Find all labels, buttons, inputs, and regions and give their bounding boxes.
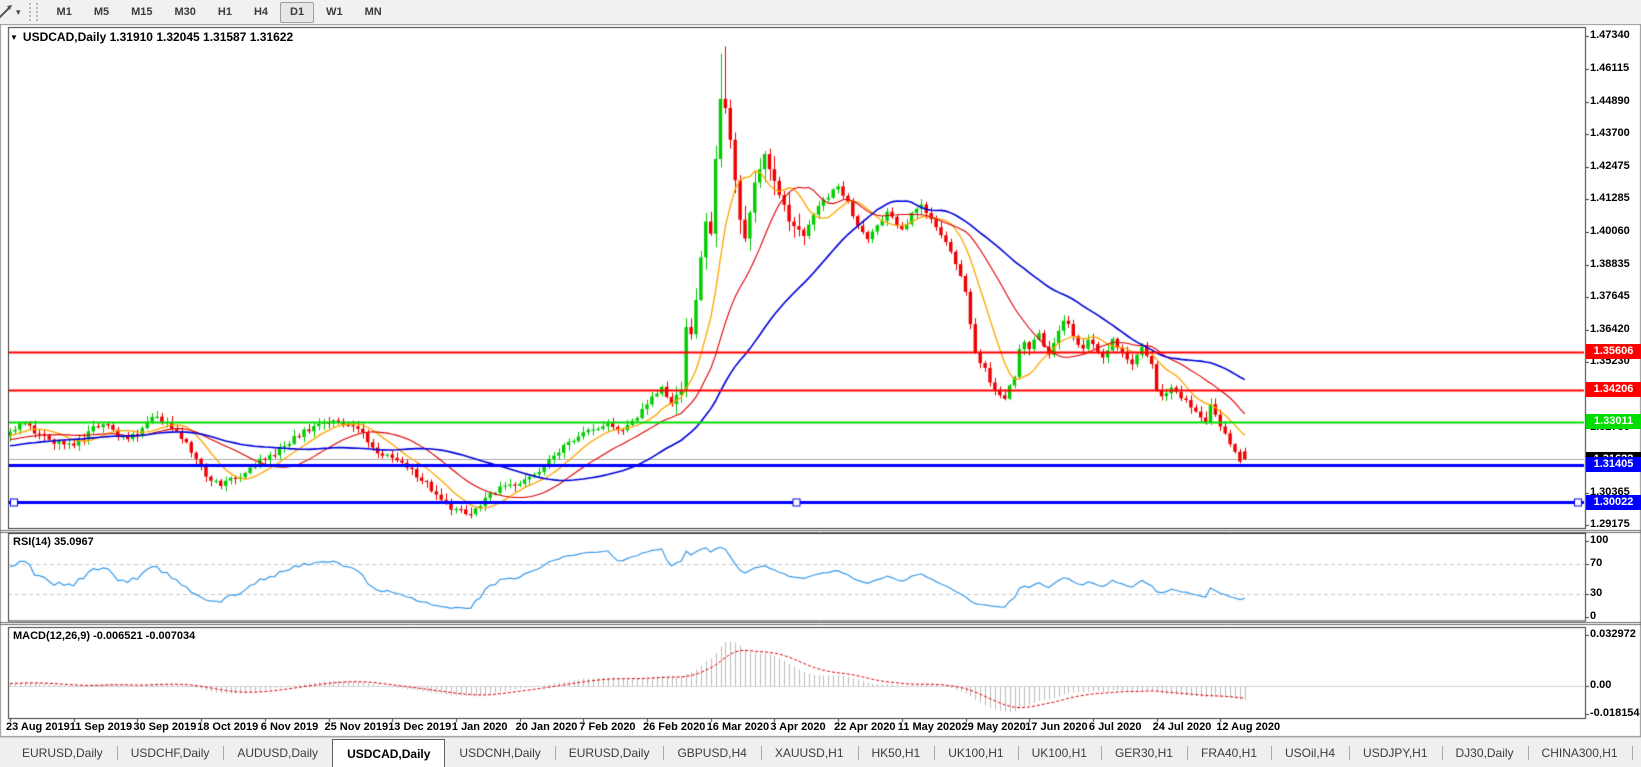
timeframe-button-h4[interactable]: H4 — [244, 2, 278, 23]
rsi-axis-label: 100 — [1590, 534, 1640, 549]
chart-tab-china300-h1[interactable]: CHINA300,H1 — [1528, 738, 1632, 767]
hline-price-label[interactable]: 1.35606 — [1586, 344, 1641, 359]
price-axis-label: 1.42475 — [1590, 160, 1640, 175]
date-axis-label: 6 Jul 2020 — [1089, 721, 1142, 733]
date-axis-label: 24 Jul 2020 — [1153, 721, 1212, 733]
price-axis-label: 1.36420 — [1590, 323, 1640, 338]
chart-tab-xauusd-h1[interactable]: XAUUSD,H1 — [761, 738, 858, 767]
macd-axis-label: 0.032972 — [1590, 628, 1640, 643]
rsi-axis-label: 30 — [1590, 587, 1640, 602]
date-axis-label: 23 Aug 2019 — [6, 721, 70, 733]
chart-canvas[interactable] — [0, 24, 1641, 737]
macd-label: MACD(12,26,9) -0.006521 -0.007034 — [13, 630, 195, 642]
date-axis-label: 29 May 2020 — [962, 721, 1026, 733]
timeframe-button-m15[interactable]: M15 — [121, 2, 162, 23]
chart-tabs-bar: EURUSD,DailyUSDCHF,DailyAUDUSD,DailyUSDC… — [0, 737, 1641, 767]
hline-price-label[interactable]: 1.34206 — [1586, 382, 1641, 397]
date-axis-label: 26 Feb 2020 — [643, 721, 705, 733]
timeframe-button-m30[interactable]: M30 — [165, 2, 206, 23]
chart-tab-usdjpy-h1[interactable]: USDJPY,H1 — [1349, 738, 1441, 767]
tool-dropdown-caret[interactable]: ▾ — [16, 7, 21, 18]
chart-tab-usdchf-daily[interactable]: USDCHF,Daily — [117, 738, 224, 767]
hline-price-label[interactable]: 1.31405 — [1586, 457, 1641, 472]
chart-tab-ger30-h1[interactable]: GER30,H1 — [1101, 738, 1187, 767]
date-axis-label: 11 May 2020 — [898, 721, 962, 733]
chart-tab-dj30-daily[interactable]: DJ30,Daily — [1442, 738, 1528, 767]
price-axis-label: 1.29175 — [1590, 518, 1640, 533]
rsi-label: RSI(14) 35.0967 — [13, 536, 94, 548]
macd-axis-label: 0.00 — [1590, 679, 1640, 694]
chart-tab-gbpusd-h4[interactable]: GBPUSD,H4 — [663, 738, 760, 767]
chart-tab-audusd-daily[interactable]: AUDUSD,Daily — [223, 738, 332, 767]
timeframe-button-m5[interactable]: M5 — [84, 2, 119, 23]
timeframe-button-d1[interactable]: D1 — [280, 2, 314, 23]
timeframe-button-w1[interactable]: W1 — [316, 2, 353, 23]
price-axis-label: 1.47340 — [1590, 29, 1640, 44]
price-axis-label: 1.43700 — [1590, 127, 1640, 142]
price-axis-label: 1.46115 — [1590, 62, 1640, 77]
chart-title-text: USDCAD,Daily 1.31910 1.32045 1.31587 1.3… — [23, 30, 293, 44]
macd-axis-label: -0.018154 — [1590, 707, 1640, 722]
chart-tab-usoil-h4[interactable]: USOil,H4 — [1271, 738, 1349, 767]
price-axis-label: 1.37645 — [1590, 290, 1640, 305]
date-axis-label: 7 Feb 2020 — [579, 721, 635, 733]
rsi-axis-label: 70 — [1590, 557, 1640, 572]
mt4-window: ▾ M1M5M15M30H1H4D1W1MN ▼ USDCAD,Daily 1.3… — [0, 0, 1641, 767]
date-axis-label: 17 Jun 2020 — [1025, 721, 1087, 733]
chart-tab-uk100-h1[interactable]: UK100,H1 — [1018, 738, 1101, 767]
chart-tab-uk100-h1[interactable]: UK100,H1 — [934, 738, 1017, 767]
chart-title: ▼ USDCAD,Daily 1.31910 1.32045 1.31587 1.… — [10, 30, 293, 44]
price-axis-label: 1.38835 — [1590, 258, 1640, 273]
hline-price-label[interactable]: 1.30022 — [1586, 495, 1641, 510]
chart-tab-fra40-h1[interactable]: FRA40,H1 — [1187, 738, 1271, 767]
price-axis-label: 1.40060 — [1590, 225, 1640, 240]
toolbar-grip[interactable] — [29, 3, 38, 21]
rsi-axis-label: 0 — [1590, 610, 1640, 625]
date-axis-label: 12 Aug 2020 — [1216, 721, 1280, 733]
top-toolbar: ▾ M1M5M15M30H1H4D1W1MN — [0, 0, 1641, 25]
date-axis-label: 20 Jan 2020 — [516, 721, 578, 733]
chart-window: ▼ USDCAD,Daily 1.31910 1.32045 1.31587 1.… — [0, 24, 1641, 737]
date-axis-label: 6 Nov 2019 — [261, 721, 318, 733]
date-axis-label: 22 Apr 2020 — [834, 721, 895, 733]
chart-title-caret[interactable]: ▼ — [10, 33, 18, 42]
date-axis-label: 25 Nov 2019 — [325, 721, 389, 733]
chart-tab-usdcad-daily[interactable]: USDCAD,Daily — [332, 739, 445, 767]
hline-price-label[interactable]: 1.33011 — [1586, 414, 1641, 429]
timeframe-button-mn[interactable]: MN — [355, 2, 392, 23]
timeframe-button-m1[interactable]: M1 — [47, 2, 82, 23]
date-axis-label: 11 Sep 2019 — [70, 721, 132, 733]
timeframe-button-h1[interactable]: H1 — [208, 2, 242, 23]
chart-tab-eurusd-daily[interactable]: EURUSD,Daily — [555, 738, 664, 767]
date-axis-label: 18 Oct 2019 — [197, 721, 258, 733]
date-axis-label: 16 Mar 2020 — [707, 721, 769, 733]
date-axis-label: 1 Jan 2020 — [452, 721, 508, 733]
date-axis-label: 13 Dec 2019 — [388, 721, 451, 733]
timeframe-buttons: M1M5M15M30H1H4D1W1MN — [46, 2, 393, 23]
chart-tab-usoil-h1[interactable]: USOil,H1 — [1632, 738, 1641, 767]
price-axis-label: 1.44890 — [1590, 95, 1640, 110]
draw-tool-icon[interactable] — [0, 4, 14, 20]
date-axis-label: 3 Apr 2020 — [770, 721, 825, 733]
date-axis-label: 30 Sep 2019 — [133, 721, 196, 733]
chart-tab-eurusd-daily[interactable]: EURUSD,Daily — [8, 738, 117, 767]
chart-tab-usdcnh-daily[interactable]: USDCNH,Daily — [445, 738, 554, 767]
price-axis-label: 1.41285 — [1590, 192, 1640, 207]
chart-tab-hk50-h1[interactable]: HK50,H1 — [858, 738, 935, 767]
